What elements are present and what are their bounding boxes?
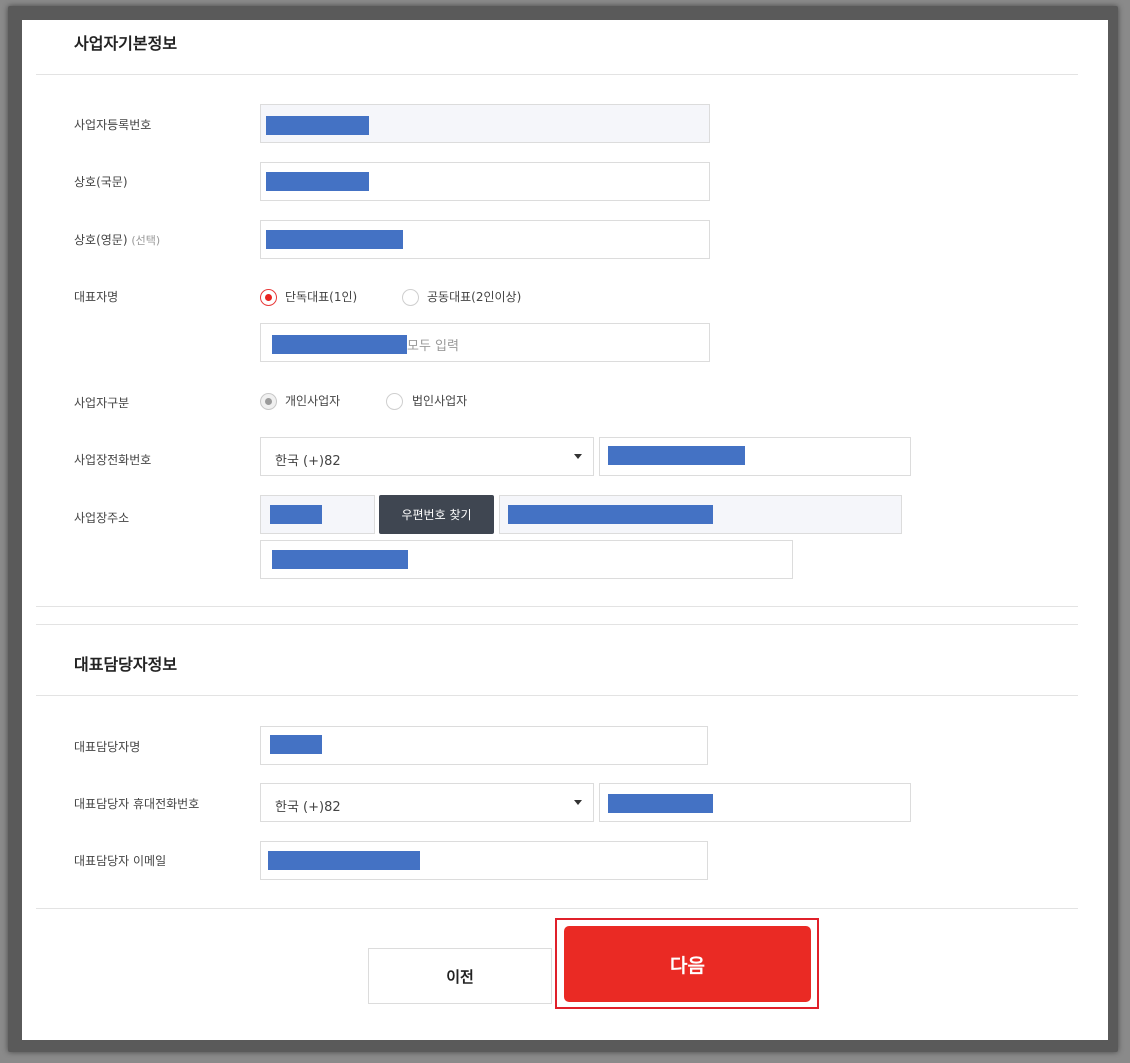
ceo-joint-radio[interactable]	[402, 289, 419, 306]
redacted-reg-number	[266, 116, 369, 135]
contact-mobile-label: 대표담당자 휴대전화번호	[74, 797, 200, 811]
biz-individual-radio[interactable]	[260, 393, 277, 410]
phone-label: 사업장전화번호	[74, 453, 152, 467]
biz-corporate-label[interactable]: 법인사업자	[412, 392, 467, 409]
contact-name-field[interactable]	[260, 726, 708, 765]
redacted-address	[508, 505, 713, 524]
address-label: 사업장주소	[74, 511, 130, 525]
divider	[36, 624, 1078, 625]
ceo-single-label[interactable]: 단독대표(1인)	[285, 288, 357, 305]
ceo-single-radio[interactable]	[260, 289, 277, 306]
phone-country-value: 한국 (+)82	[275, 454, 341, 469]
redacted-email	[268, 851, 420, 870]
redacted-contact-name	[270, 735, 322, 754]
redacted-phone	[608, 446, 745, 465]
redacted-name-en	[266, 230, 403, 249]
zip-search-button[interactable]: 우편번호 찾기	[379, 495, 494, 534]
name-kr-label: 상호(국문)	[74, 175, 128, 189]
reg-number-label: 사업자등록번호	[74, 118, 152, 132]
ceo-name-hint: 모두 입력	[407, 339, 459, 354]
biz-type-label: 사업자구분	[74, 396, 130, 410]
redacted-name-kr	[266, 172, 369, 191]
redacted-ceo-name	[272, 335, 407, 354]
biz-individual-label[interactable]: 개인사업자	[285, 392, 340, 409]
business-info-title: 사업자기본정보	[74, 34, 178, 53]
biz-corporate-radio[interactable]	[386, 393, 403, 410]
mobile-country-value: 한국 (+)82	[275, 800, 341, 815]
contact-email-label: 대표담당자 이메일	[74, 854, 167, 868]
redacted-zipcode	[270, 505, 322, 524]
ceo-label: 대표자명	[74, 290, 119, 304]
next-button[interactable]: 다음	[564, 926, 811, 1002]
divider	[36, 695, 1078, 696]
redacted-address-detail	[272, 550, 408, 569]
contact-name-label: 대표담당자명	[74, 740, 141, 754]
optional-tag: (선택)	[131, 234, 161, 247]
ceo-joint-label[interactable]: 공동대표(2인이상)	[427, 288, 521, 305]
name-en-label-text: 상호(영문)	[74, 233, 128, 247]
chevron-down-icon	[574, 454, 582, 459]
divider	[36, 74, 1078, 75]
divider	[36, 606, 1078, 607]
contact-info-title: 대표담당자정보	[74, 655, 178, 674]
chevron-down-icon	[574, 800, 582, 805]
divider	[36, 908, 1078, 909]
registration-form: 사업자기본정보 사업자등록번호 상호(국문) 상호(영문) (선택) 대표자명 …	[22, 20, 1108, 1040]
prev-button[interactable]: 이전	[368, 948, 552, 1004]
redacted-mobile	[608, 794, 713, 813]
name-en-label: 상호(영문) (선택)	[74, 231, 160, 248]
